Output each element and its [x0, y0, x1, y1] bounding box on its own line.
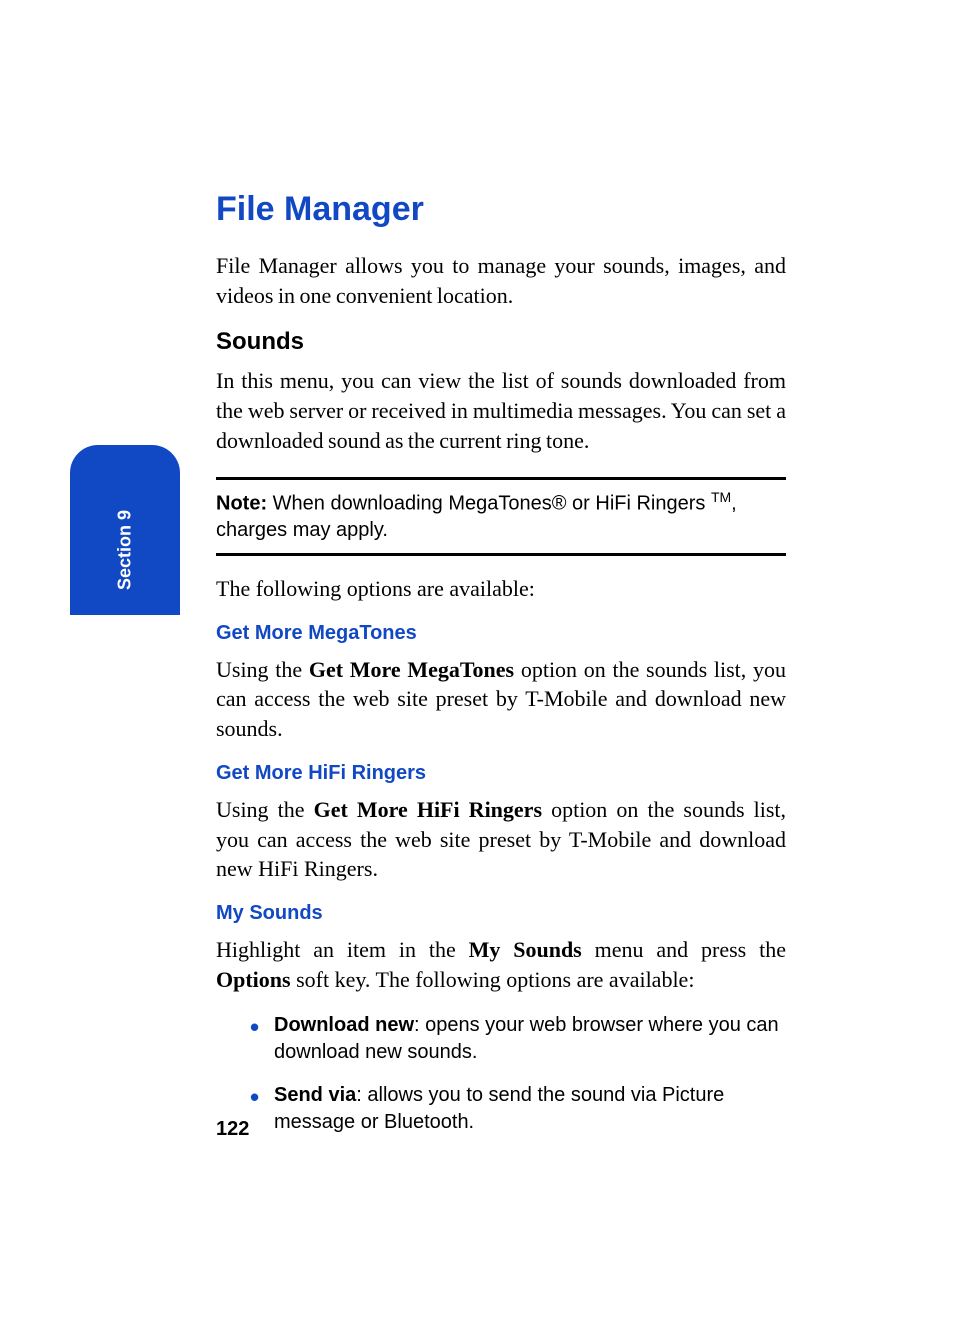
note-block: Note: When downloading MegaTones® or HiF… [216, 477, 786, 556]
hifi-bold: Get More HiFi Ringers [314, 797, 542, 822]
hifi-pre: Using the [216, 797, 314, 822]
trademark-symbol: TM [711, 489, 731, 505]
list-item-label: Download new [274, 1014, 414, 1036]
mysounds-body: Highlight an item in the My Sounds menu … [216, 935, 786, 994]
page-number: 122 [216, 1118, 249, 1141]
mysounds-pre1: Highlight an item in the [216, 937, 469, 962]
mysounds-mid: menu and press the [582, 937, 786, 962]
mysounds-bold1: My Sounds [469, 937, 582, 962]
sounds-heading: Sounds [216, 328, 786, 356]
page-title: File Manager [216, 190, 786, 229]
hifi-body: Using the Get More HiFi Ringers option o… [216, 795, 786, 884]
megatones-pre: Using the [216, 657, 309, 682]
list-item-label: Send via [274, 1084, 356, 1106]
intro-paragraph: File Manager allows you to manage your s… [216, 251, 786, 310]
hifi-heading: Get More HiFi Ringers [216, 762, 786, 785]
mysounds-heading: My Sounds [216, 902, 786, 925]
list-item: Download new: opens your web browser whe… [256, 1012, 786, 1066]
manual-page: Section 9 File Manager File Manager allo… [0, 0, 954, 1319]
section-tab-label: Section 9 [115, 510, 136, 590]
note-label: Note: [216, 493, 267, 515]
options-intro: The following options are available: [216, 574, 786, 604]
list-item: Send via: allows you to send the sound v… [256, 1082, 786, 1136]
megatones-heading: Get More MegaTones [216, 622, 786, 645]
mysounds-bold2: Options [216, 967, 291, 992]
megatones-body: Using the Get More MegaTones option on t… [216, 655, 786, 744]
options-list: Download new: opens your web browser whe… [216, 1012, 786, 1136]
page-content: File Manager File Manager allows you to … [216, 190, 786, 1152]
megatones-bold: Get More MegaTones [309, 657, 514, 682]
sounds-body: In this menu, you can view the list of s… [216, 366, 786, 455]
mysounds-post: soft key. The following options are avai… [291, 967, 695, 992]
note-text-pre: When downloading MegaTones® or HiFi Ring… [267, 493, 711, 515]
section-tab: Section 9 [70, 445, 180, 615]
